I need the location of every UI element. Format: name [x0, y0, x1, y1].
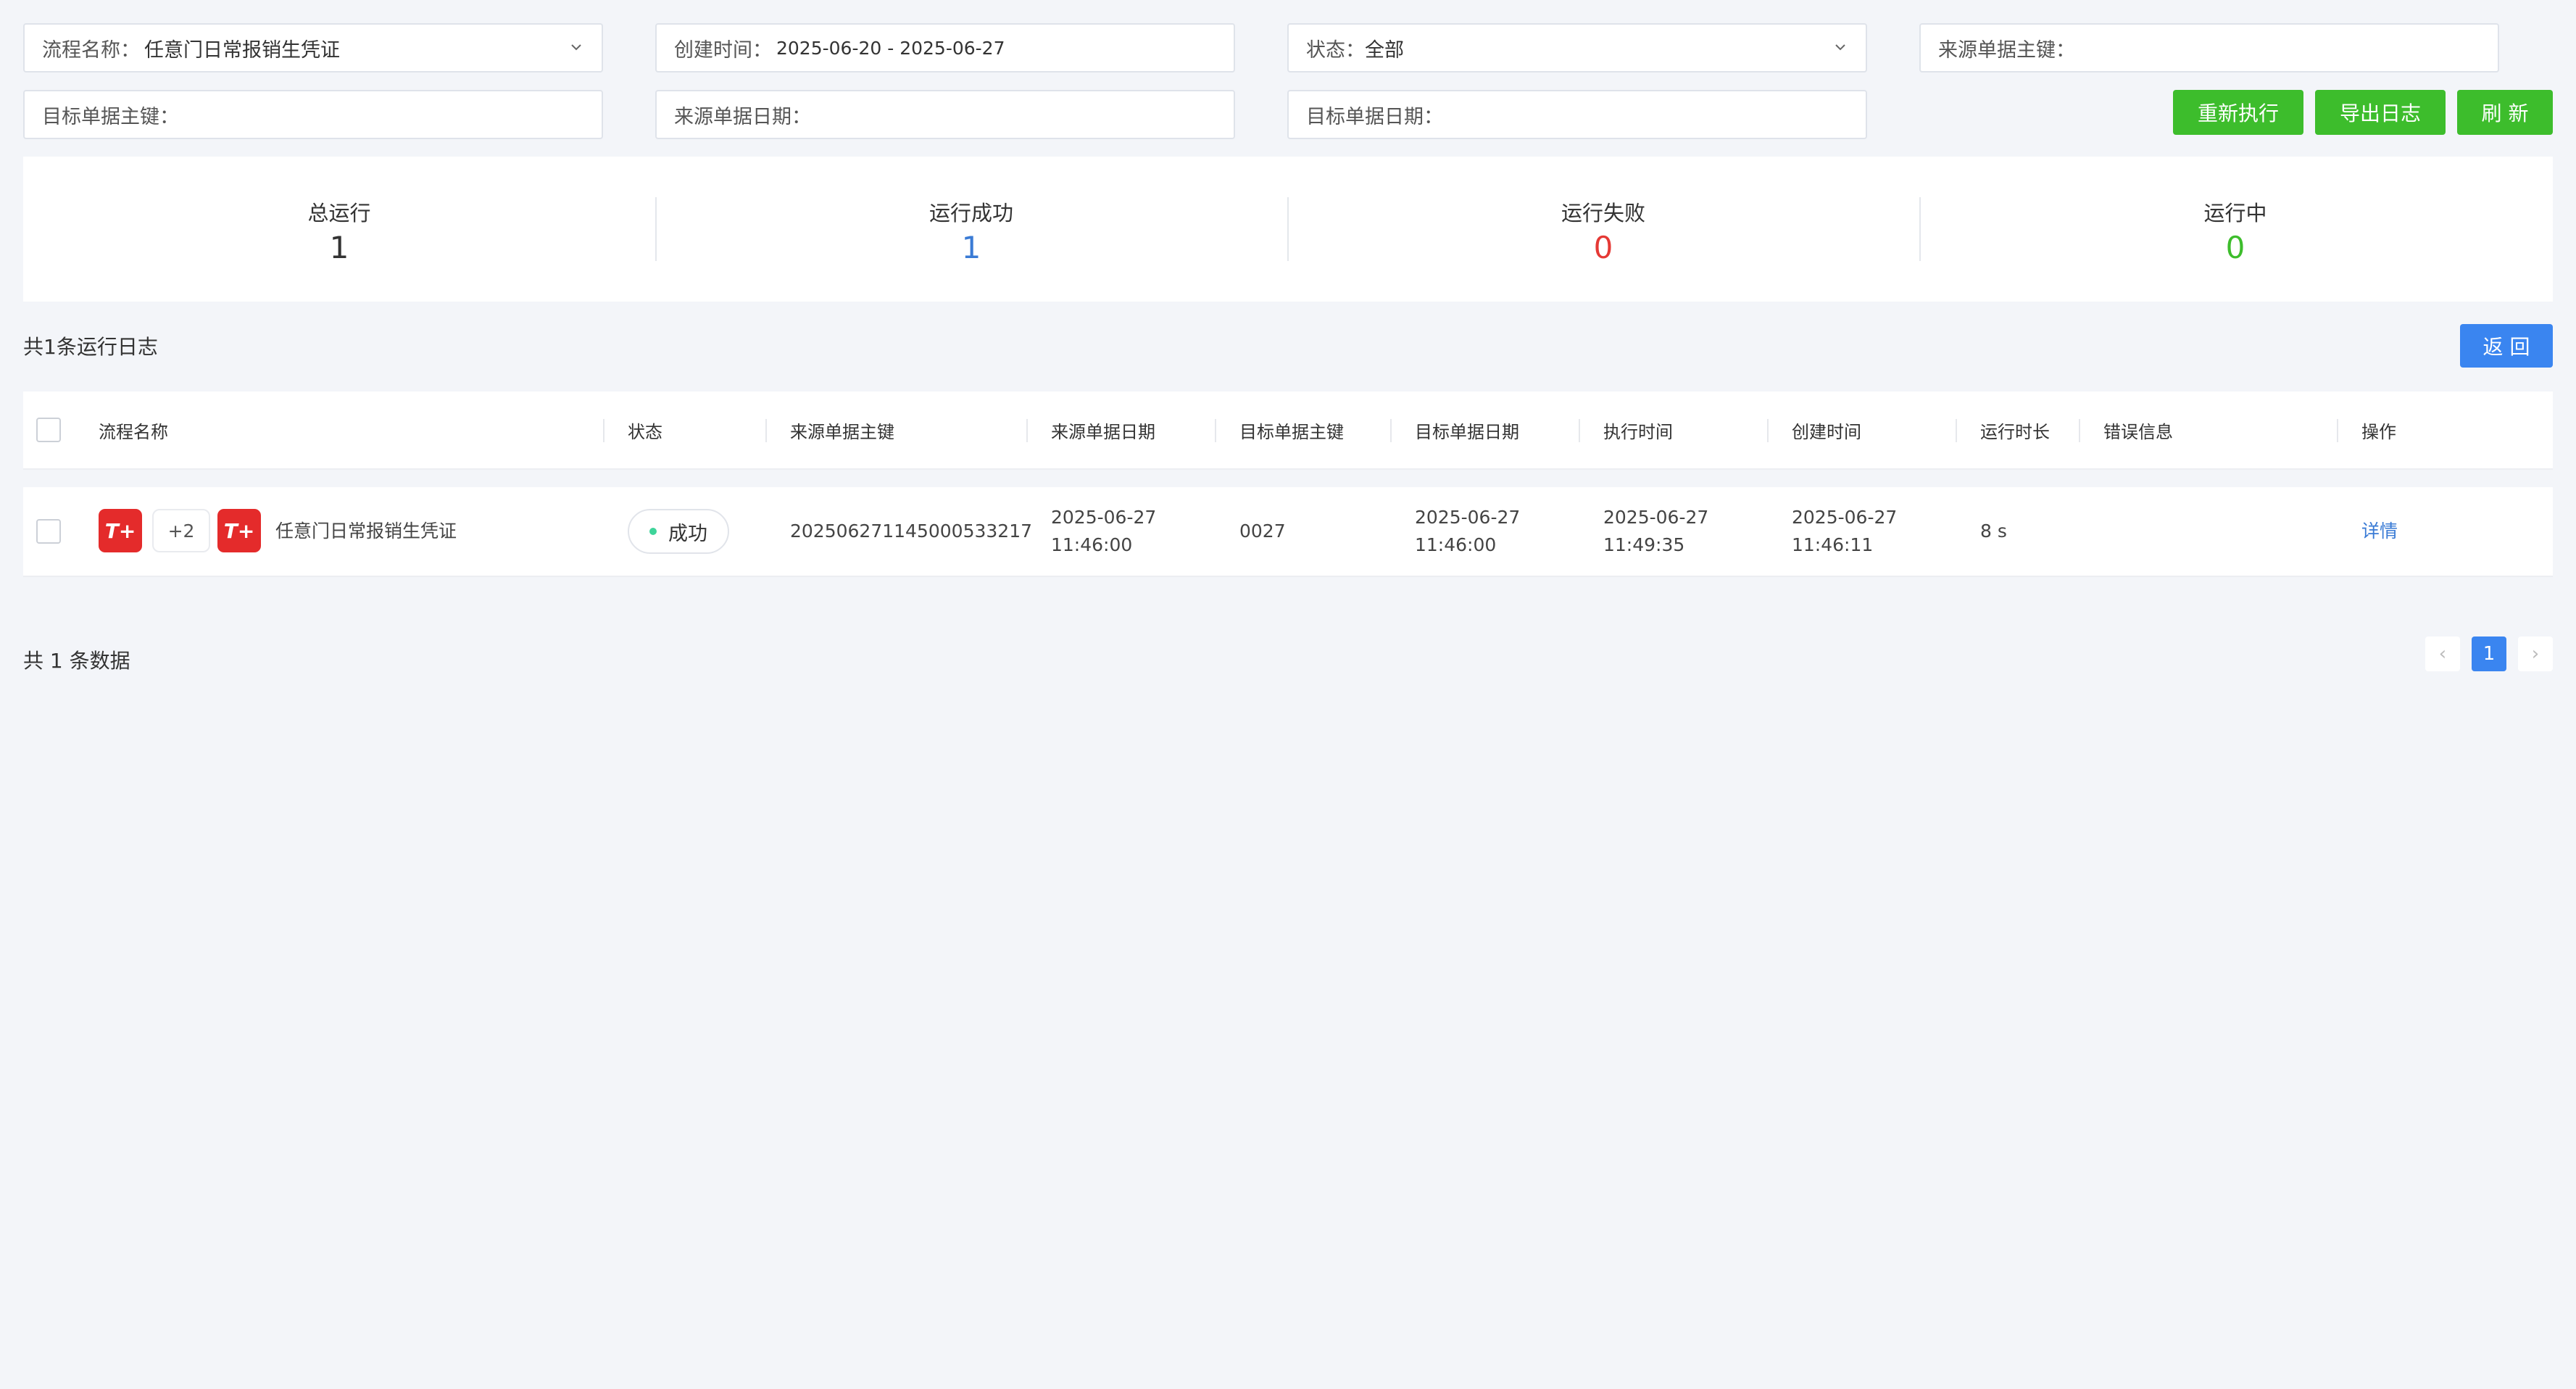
stat-failed-value: 0: [1593, 229, 1613, 265]
divider: [1215, 419, 1216, 442]
create-time-value: 2025-06-20 - 2025-06-27: [776, 37, 1005, 59]
stats-panel: 总运行 1 运行成功 1 运行失败 0 运行中 0: [23, 157, 2553, 302]
chevron-down-icon: [1835, 44, 1845, 51]
status-value: 全部: [1365, 38, 1404, 62]
col-source-key: 来源单据主键: [790, 421, 894, 442]
stat-total-value: 1: [329, 229, 349, 265]
divider: [1767, 419, 1769, 442]
status-label: 状态：: [1306, 38, 1365, 62]
stat-success: 运行成功 1: [655, 157, 1287, 302]
target-key-label: 目标单据主键：: [42, 105, 179, 128]
table-row: T+ +2 T+ 任意门日常报销生凭证 成功 20250627114500053…: [23, 487, 2553, 577]
row-duration: 8 s: [1980, 521, 2007, 542]
col-error: 错误信息: [2103, 421, 2173, 442]
col-target-key: 目标单据主键: [1239, 421, 1344, 442]
stat-success-value: 1: [961, 229, 981, 265]
status-dot-icon: [649, 528, 657, 535]
divider: [2337, 419, 2338, 442]
row-checkbox[interactable]: [36, 519, 61, 544]
exec-time-time: 11:49:35: [1603, 534, 1685, 555]
source-key-input[interactable]: 来源单据主键：: [1919, 23, 2499, 72]
col-exec-time: 执行时间: [1603, 421, 1673, 442]
source-key-label: 来源单据主键：: [1938, 38, 2075, 62]
stat-success-label: 运行成功: [928, 200, 1013, 225]
status-badge: 成功: [628, 509, 729, 554]
divider: [765, 419, 767, 442]
page-1-button[interactable]: 1: [2472, 637, 2506, 671]
tplus-app-icon: T+: [217, 509, 261, 552]
process-name-select[interactable]: 流程名称： 任意门日常报销生凭证: [23, 23, 603, 72]
row-name: 任意门日常报销生凭证: [275, 521, 457, 542]
row-create-time: 2025-06-27 11:46:11: [1792, 487, 1897, 576]
export-log-button[interactable]: 导出日志: [2315, 90, 2446, 135]
stat-running-label: 运行中: [2203, 200, 2267, 225]
col-name: 流程名称: [99, 421, 168, 442]
create-time-time: 11:46:11: [1792, 534, 1874, 555]
back-button[interactable]: 返 回: [2460, 324, 2553, 368]
divider: [2079, 419, 2080, 442]
row-source-date: 2025-06-27 11:46:00: [1051, 487, 1156, 576]
divider: [603, 419, 604, 442]
col-target-date: 目标单据日期: [1415, 421, 1519, 442]
row-target-date: 2025-06-27 11:46:00: [1415, 487, 1520, 576]
create-time-label: 创建时间：: [674, 38, 772, 62]
stat-running: 运行中 0: [1919, 157, 2551, 302]
status-select[interactable]: 状态： 全部: [1287, 23, 1867, 72]
process-name-label: 流程名称：: [42, 38, 140, 62]
status-text: 成功: [668, 522, 707, 545]
stat-running-value: 0: [2225, 229, 2245, 265]
exec-time-day: 2025-06-27: [1603, 507, 1709, 528]
source-date-day: 2025-06-27: [1051, 507, 1157, 528]
extra-apps-badge: +2: [152, 509, 210, 552]
col-status: 状态: [628, 421, 662, 442]
target-key-input[interactable]: 目标单据主键：: [23, 90, 603, 139]
source-date-label: 来源单据日期：: [674, 105, 811, 128]
divider: [1956, 419, 1957, 442]
col-duration: 运行时长: [1980, 421, 2050, 442]
rerun-button[interactable]: 重新执行: [2173, 90, 2303, 135]
col-source-date: 来源单据日期: [1051, 421, 1155, 442]
row-source-key: 20250627114500053321​7: [790, 521, 1033, 542]
process-name-value: 任意门日常报销生凭证: [144, 38, 340, 62]
create-time-range[interactable]: 创建时间： 2025-06-20 - 2025-06-27: [655, 23, 1235, 72]
chevron-down-icon: [571, 44, 581, 51]
next-page-button[interactable]: ›: [2518, 637, 2553, 671]
col-create-time: 创建时间: [1792, 421, 1861, 442]
col-action: 操作: [2361, 421, 2396, 442]
select-all-checkbox[interactable]: [36, 418, 61, 442]
stat-failed: 运行失败 0: [1287, 157, 1919, 302]
log-count-label: 共1条运行日志: [23, 335, 158, 359]
stat-total-label: 总运行: [307, 200, 371, 225]
divider: [1390, 419, 1392, 442]
row-exec-time: 2025-06-27 11:49:35: [1603, 487, 1708, 576]
total-count-label: 共 1 条数据: [23, 649, 130, 673]
prev-page-button[interactable]: ‹: [2425, 637, 2460, 671]
source-date-input[interactable]: 来源单据日期：: [655, 90, 1235, 139]
divider: [1026, 419, 1028, 442]
target-date-time: 11:46:00: [1415, 534, 1497, 555]
target-date-label: 目标单据日期：: [1306, 105, 1443, 128]
refresh-button[interactable]: 刷 新: [2457, 90, 2553, 135]
source-date-time: 11:46:00: [1051, 534, 1133, 555]
target-date-day: 2025-06-27: [1415, 507, 1521, 528]
target-date-input[interactable]: 目标单据日期：: [1287, 90, 1867, 139]
create-time-day: 2025-06-27: [1792, 507, 1898, 528]
row-target-key: 0027: [1239, 521, 1286, 542]
tplus-app-icon: T+: [99, 509, 142, 552]
divider: [1579, 419, 1580, 442]
stat-total: 总运行 1: [23, 157, 655, 302]
detail-link[interactable]: 详情: [2361, 487, 2398, 576]
table-header: 流程名称 状态 来源单据主键 来源单据日期 目标单据主键 目标单据日期 执行时间…: [23, 391, 2553, 470]
stat-failed-label: 运行失败: [1561, 200, 1645, 225]
